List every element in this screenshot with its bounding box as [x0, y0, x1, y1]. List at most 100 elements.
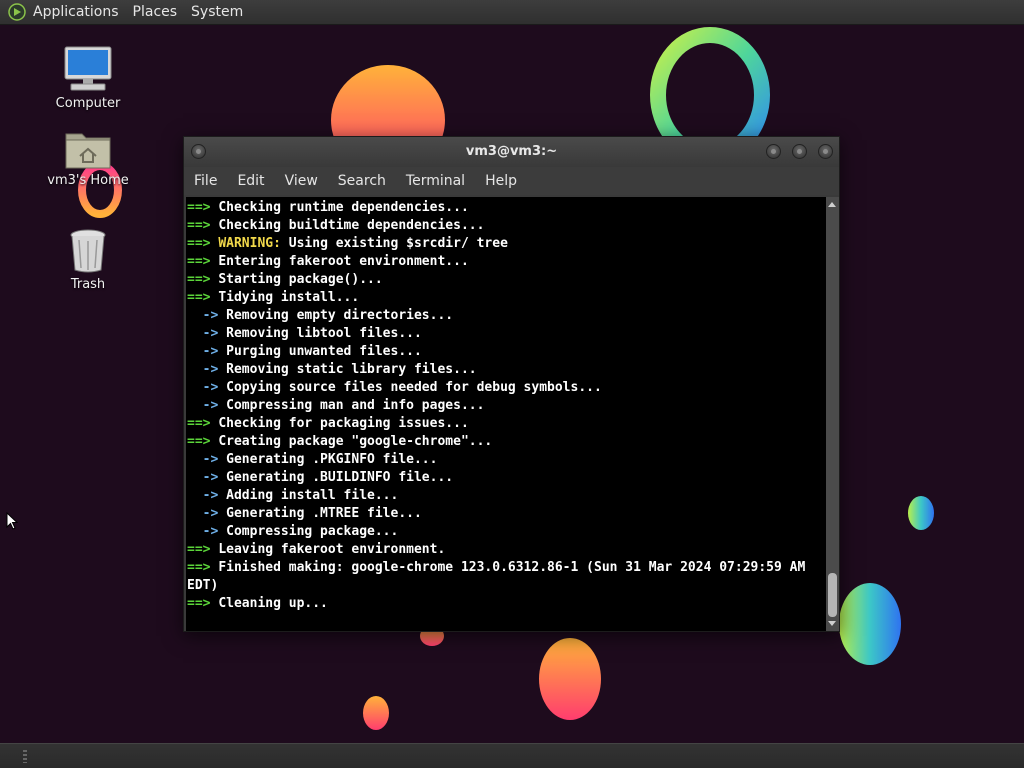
- applications-menu-label: Applications: [33, 4, 119, 20]
- menu-edit[interactable]: Edit: [237, 173, 264, 189]
- prompt-arrow: ==>: [187, 290, 211, 305]
- app-logo-icon: [8, 3, 26, 21]
- sub-arrow: ->: [202, 506, 219, 521]
- prompt-arrow: ==>: [187, 434, 211, 449]
- menu-file[interactable]: File: [194, 173, 217, 189]
- terminal-line-text: Removing empty directories...: [226, 308, 454, 323]
- prompt-arrow: ==>: [187, 218, 211, 233]
- terminal-line-text: Finished making: google-chrome 123.0.631…: [218, 560, 806, 575]
- desktop-icon-label: Trash: [70, 277, 106, 292]
- terminal-line-text: Removing libtool files...: [226, 326, 422, 341]
- window-titlebar[interactable]: vm3@vm3:~: [184, 137, 839, 167]
- desktop-icon-computer[interactable]: Computer: [43, 45, 133, 111]
- panel-handle-icon[interactable]: [23, 750, 27, 763]
- computer-icon: [64, 46, 112, 91]
- prompt-arrow: ==>: [187, 596, 211, 611]
- sub-arrow: ->: [202, 308, 219, 323]
- terminal-line: -> Generating .BUILDINFO file...: [186, 469, 826, 487]
- scroll-down-icon[interactable]: [828, 621, 836, 626]
- desktop-icon-label: Computer: [55, 96, 121, 111]
- terminal-line: -> Compressing man and info pages...: [186, 397, 826, 415]
- terminal-line-text: Starting package()...: [218, 272, 383, 287]
- desktop-icon-trash[interactable]: Trash: [43, 228, 133, 292]
- terminal-line-text: Cleaning up...: [218, 596, 328, 611]
- terminal-window[interactable]: vm3@vm3:~ File Edit View Search Terminal…: [183, 136, 840, 632]
- sub-arrow: ->: [202, 344, 219, 359]
- trash-icon: [70, 229, 106, 273]
- terminal-line-text: Entering fakeroot environment...: [218, 254, 469, 269]
- prompt-arrow: ==>: [187, 200, 211, 215]
- terminal-line: -> Generating .PKGINFO file...: [186, 451, 826, 469]
- close-button[interactable]: [818, 144, 833, 159]
- prompt-arrow: ==>: [187, 560, 211, 575]
- prompt-arrow: ==>: [187, 416, 211, 431]
- terminal-line-text: Tidying install...: [218, 290, 360, 305]
- maximize-button[interactable]: [792, 144, 807, 159]
- terminal-line-text: Adding install file...: [226, 488, 399, 503]
- terminal-line-text: Checking runtime dependencies...: [218, 200, 469, 215]
- terminal-line-text: Generating .MTREE file...: [226, 506, 422, 521]
- terminal-line-text: Checking buildtime dependencies...: [218, 218, 485, 233]
- terminal-line: -> Compressing package...: [186, 523, 826, 541]
- terminal-line-text: Purging unwanted files...: [226, 344, 422, 359]
- scrollbar-thumb[interactable]: [828, 573, 837, 617]
- prompt-arrow: ==>: [187, 236, 211, 251]
- window-title: vm3@vm3:~: [465, 144, 558, 159]
- minimize-button[interactable]: [766, 144, 781, 159]
- terminal-menubar: File Edit View Search Terminal Help: [184, 167, 839, 195]
- sub-arrow: ->: [202, 452, 219, 467]
- prompt-arrow: ==>: [187, 272, 211, 287]
- terminal-scrollbar[interactable]: [826, 197, 839, 631]
- applications-menu[interactable]: Applications: [8, 3, 119, 21]
- terminal-line-text: Creating package "google-chrome"...: [218, 434, 493, 449]
- mouse-pointer-icon: [6, 512, 18, 530]
- system-menu[interactable]: System: [191, 4, 243, 20]
- terminal-line: ==> Starting package()...: [186, 271, 826, 289]
- terminal-line: ==> Checking buildtime dependencies...: [186, 217, 826, 235]
- prompt-arrow: ==>: [187, 254, 211, 269]
- terminal-line: -> Removing static library files...: [186, 361, 826, 379]
- scroll-up-icon[interactable]: [828, 202, 836, 207]
- terminal-line-text: Generating .BUILDINFO file...: [226, 470, 454, 485]
- terminal-line: EDT): [186, 577, 826, 595]
- sub-arrow: ->: [202, 524, 219, 539]
- terminal-line: -> Purging unwanted files...: [186, 343, 826, 361]
- terminal-line-text: Generating .PKGINFO file...: [226, 452, 438, 467]
- terminal-line-text: EDT): [187, 578, 219, 593]
- terminal-line: -> Copying source files needed for debug…: [186, 379, 826, 397]
- terminal-line: ==> Entering fakeroot environment...: [186, 253, 826, 271]
- window-menu-button[interactable]: [191, 144, 206, 159]
- desktop-icon-home[interactable]: vm3's Home: [43, 128, 133, 188]
- bottom-panel: [0, 743, 1024, 768]
- sub-arrow: ->: [202, 488, 219, 503]
- terminal-line: -> Removing empty directories...: [186, 307, 826, 325]
- warning-label: WARNING:: [218, 236, 281, 251]
- menu-help[interactable]: Help: [485, 173, 517, 189]
- sub-arrow: ->: [202, 362, 219, 377]
- desktop-icon-label: vm3's Home: [47, 173, 129, 188]
- terminal-line: ==> Checking runtime dependencies...: [186, 199, 826, 217]
- places-menu[interactable]: Places: [133, 4, 178, 20]
- terminal-line-text: Leaving fakeroot environment.: [218, 542, 446, 557]
- menu-terminal[interactable]: Terminal: [406, 173, 465, 189]
- terminal-line-text: Removing static library files...: [226, 362, 477, 377]
- menu-search[interactable]: Search: [338, 173, 386, 189]
- prompt-arrow: ==>: [187, 542, 211, 557]
- terminal-line-text: Compressing man and info pages...: [226, 398, 485, 413]
- top-panel: Applications Places System: [0, 0, 1024, 25]
- sub-arrow: ->: [202, 326, 219, 341]
- terminal-line: ==> Leaving fakeroot environment.: [186, 541, 826, 559]
- terminal-line: ==> Checking for packaging issues...: [186, 415, 826, 433]
- terminal-line-text: Compressing package...: [226, 524, 399, 539]
- sub-arrow: ->: [202, 398, 219, 413]
- menu-view[interactable]: View: [285, 173, 318, 189]
- terminal-output[interactable]: ==> Checking runtime dependencies... ==> …: [186, 197, 826, 631]
- system-menu-label: System: [191, 4, 244, 20]
- terminal-line: -> Adding install file...: [186, 487, 826, 505]
- terminal-line-text: Using existing $srcdir/ tree: [288, 236, 508, 251]
- sub-arrow: ->: [202, 470, 219, 485]
- terminal-line: ==> Tidying install...: [186, 289, 826, 307]
- terminal-line: -> Removing libtool files...: [186, 325, 826, 343]
- terminal-line: ==> Cleaning up...: [186, 595, 826, 613]
- terminal-line: ==> Creating package "google-chrome"...: [186, 433, 826, 451]
